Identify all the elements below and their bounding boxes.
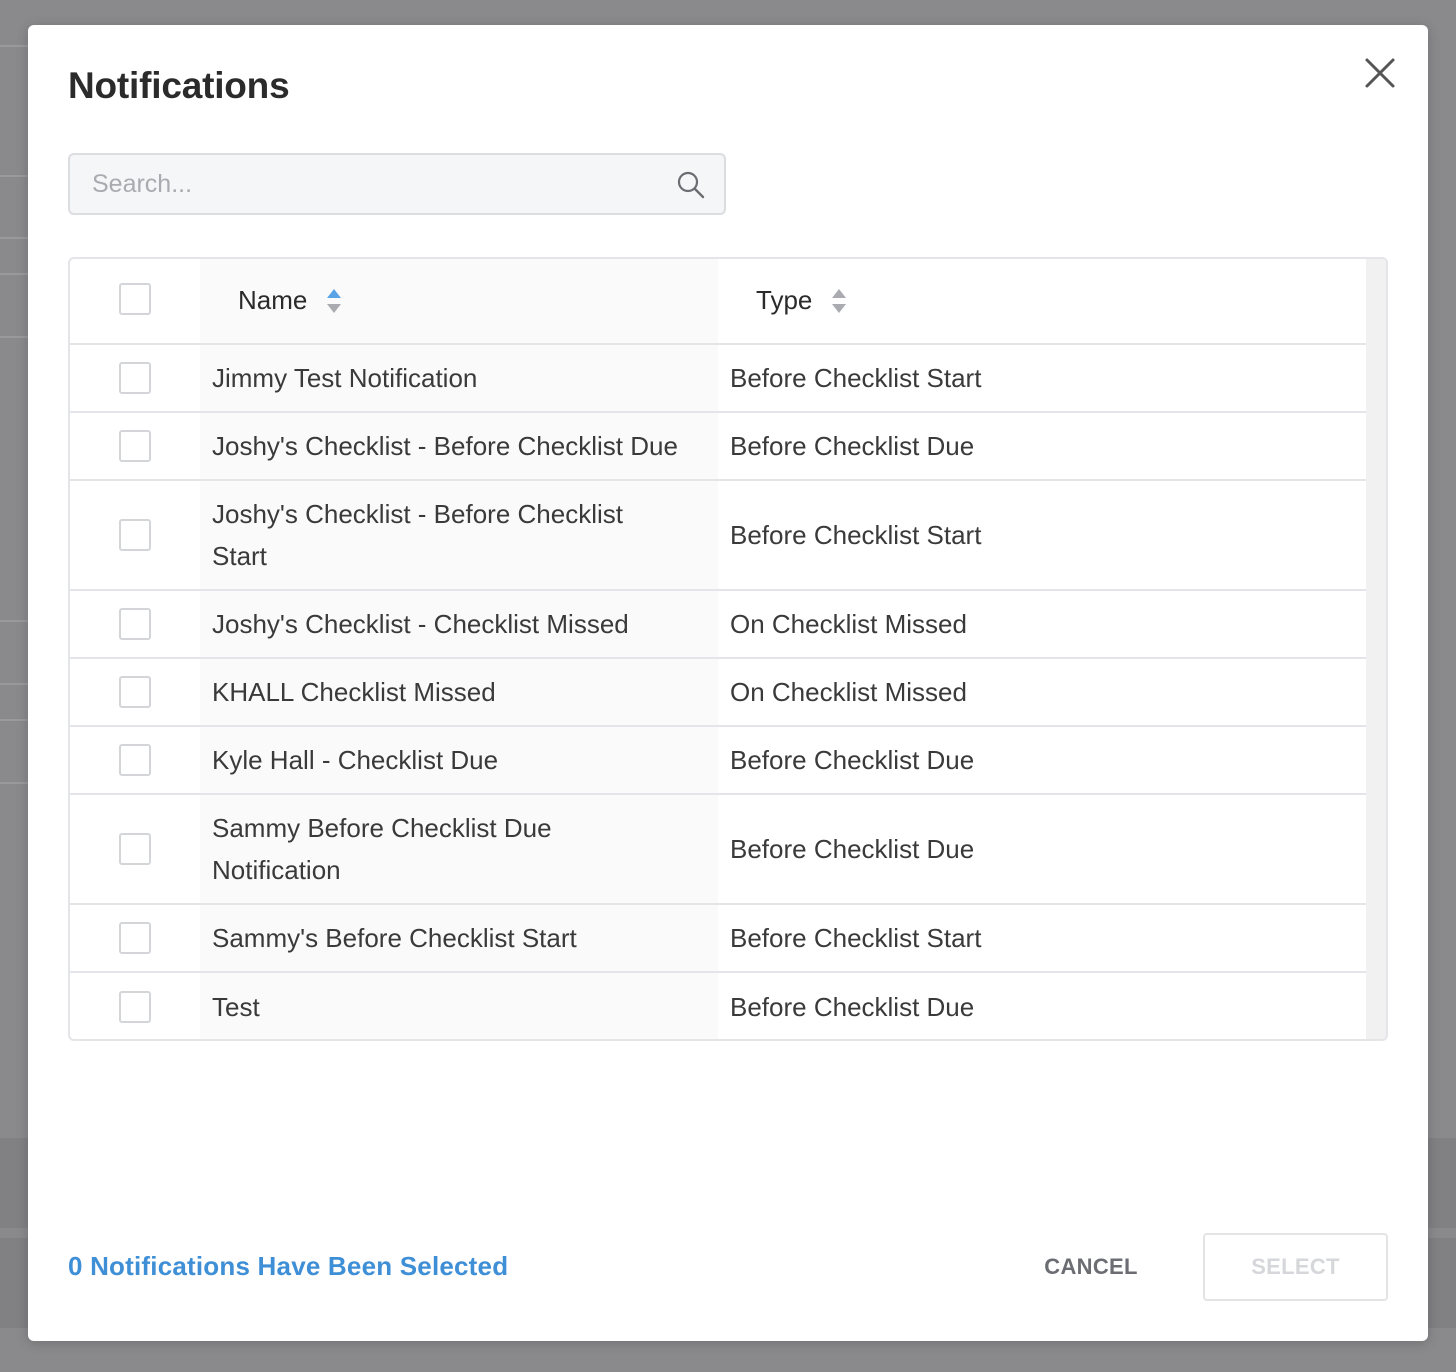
notification-type: Before Checklist Due xyxy=(730,992,975,1022)
row-checkbox[interactable] xyxy=(119,519,151,551)
notification-name: Kyle Hall - Checklist Due xyxy=(212,745,499,775)
table-body: Jimmy Test Notification Before Checklist… xyxy=(70,345,1366,1039)
modal-title: Notifications xyxy=(68,65,290,106)
search-icon[interactable] xyxy=(676,170,706,200)
background-divider xyxy=(0,45,30,47)
background-divider xyxy=(0,620,30,622)
table-row[interactable]: Jimmy Test Notification Before Checklist… xyxy=(70,345,1366,413)
row-checkbox[interactable] xyxy=(119,608,151,640)
search-field xyxy=(68,153,726,215)
table-row[interactable]: Kyle Hall - Checklist Due Before Checkli… xyxy=(70,727,1366,795)
column-header-label: Name xyxy=(238,285,308,315)
row-checkbox[interactable] xyxy=(119,430,151,462)
column-header-name[interactable]: Name xyxy=(238,285,343,316)
select-button[interactable]: SELECT xyxy=(1203,1233,1388,1301)
sort-icon xyxy=(832,288,847,313)
background-divider xyxy=(0,175,30,177)
notification-type: Before Checklist Due xyxy=(730,745,975,775)
table-row[interactable]: Sammy's Before Checklist Start Before Ch… xyxy=(70,905,1366,973)
background-divider xyxy=(0,273,30,275)
table-row[interactable]: KHALL Checklist Missed On Checklist Miss… xyxy=(70,659,1366,727)
background-divider xyxy=(0,237,30,239)
notification-type: Before Checklist Start xyxy=(730,520,982,550)
notification-name: Jimmy Test Notification xyxy=(212,363,478,393)
background-divider xyxy=(0,336,30,338)
notification-name: Test xyxy=(212,992,260,1022)
select-all-checkbox[interactable] xyxy=(119,283,151,315)
notification-type: Before Checklist Start xyxy=(730,923,982,953)
notification-name: Joshy's Checklist - Before Checklist Sta… xyxy=(212,499,623,571)
close-button[interactable] xyxy=(1360,53,1400,93)
search-input[interactable] xyxy=(70,155,660,213)
table-row[interactable]: Joshy's Checklist - Before Checklist Sta… xyxy=(70,481,1366,591)
column-header-label: Type xyxy=(756,285,813,315)
notification-name: Sammy's Before Checklist Start xyxy=(212,923,577,953)
notification-name: Joshy's Checklist - Before Checklist Due xyxy=(212,431,678,461)
row-checkbox[interactable] xyxy=(119,922,151,954)
row-checkbox[interactable] xyxy=(119,362,151,394)
notifications-table: Name Type Jimmy Test Notification Before… xyxy=(68,257,1388,1041)
notification-name: KHALL Checklist Missed xyxy=(212,677,496,707)
table-row[interactable]: Joshy's Checklist - Before Checklist Due… xyxy=(70,413,1366,481)
table-row[interactable]: Joshy's Checklist - Checklist Missed On … xyxy=(70,591,1366,659)
notification-type: On Checklist Missed xyxy=(730,677,967,707)
selected-count-text: 0 Notifications Have Been Selected xyxy=(68,1251,509,1281)
column-header-type[interactable]: Type xyxy=(756,285,848,316)
row-checkbox[interactable] xyxy=(119,744,151,776)
table-header: Name Type xyxy=(70,259,1366,345)
sort-icon xyxy=(327,288,342,313)
notification-name: Sammy Before Checklist Due Notification xyxy=(212,813,552,885)
notifications-modal: Notifications Name Type xyxy=(28,25,1428,1341)
notification-type: Before Checklist Due xyxy=(730,834,975,864)
background-divider xyxy=(0,719,30,721)
cancel-button[interactable]: CANCEL xyxy=(1018,1235,1164,1299)
notification-name: Joshy's Checklist - Checklist Missed xyxy=(212,609,629,639)
row-checkbox[interactable] xyxy=(119,991,151,1023)
row-checkbox[interactable] xyxy=(119,676,151,708)
notification-type: On Checklist Missed xyxy=(730,609,967,639)
table-row[interactable]: Sammy Before Checklist Due Notification … xyxy=(70,795,1366,905)
close-icon xyxy=(1365,58,1395,88)
row-checkbox[interactable] xyxy=(119,833,151,865)
background-divider xyxy=(0,683,30,685)
scrollbar-track[interactable] xyxy=(1366,259,1386,1039)
notification-type: Before Checklist Due xyxy=(730,431,975,461)
background-divider xyxy=(0,782,30,784)
notification-type: Before Checklist Start xyxy=(730,363,982,393)
table-row[interactable]: Test Before Checklist Due xyxy=(70,973,1366,1039)
